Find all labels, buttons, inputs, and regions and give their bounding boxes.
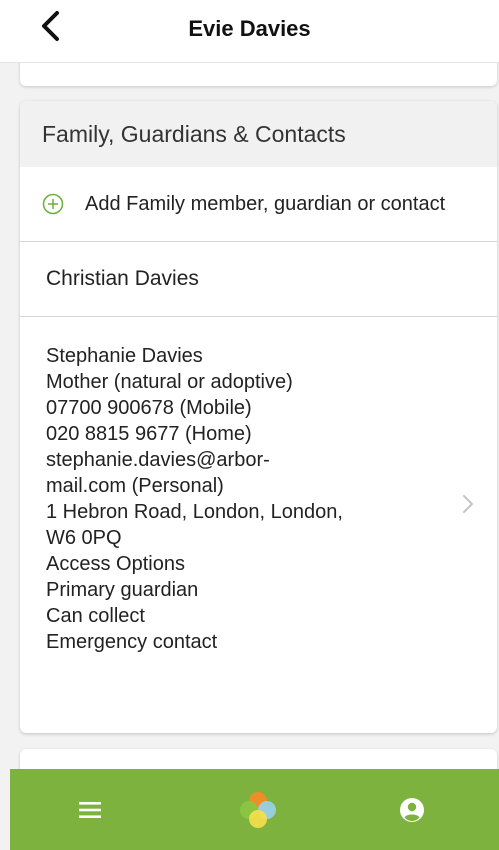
contact-address-line-2: W6 0PQ <box>46 527 122 549</box>
profile-button[interactable] <box>382 769 442 850</box>
section-title: Family, Guardians & Contacts <box>20 101 497 167</box>
contact-email-line-1: stephanie.davies@arbor- <box>46 449 270 471</box>
bottom-navigation <box>10 769 499 850</box>
contact-access-options: Access Options <box>46 553 185 575</box>
contact-item-christian-davies[interactable]: Christian Davies <box>20 242 497 317</box>
contact-emergency: Emergency contact <box>46 631 218 653</box>
plus-circle-icon <box>42 193 64 215</box>
arbor-logo-icon <box>240 791 276 828</box>
contact-home-phone: 020 8815 9677 (Home) <box>46 423 252 445</box>
hamburger-menu-icon <box>79 801 101 818</box>
menu-button[interactable] <box>60 769 120 850</box>
contact-mobile: 07700 900678 (Mobile) <box>46 397 252 419</box>
contact-name: Stephanie Davies <box>46 345 203 367</box>
contact-address-line-1: 1 Hebron Road, London, London, <box>46 501 343 523</box>
add-contact-button[interactable]: Add Family member, guardian or contact <box>20 167 497 242</box>
contact-item-stephanie-davies[interactable]: Stephanie Davies Mother (natural or adop… <box>20 317 497 655</box>
page-title: Evie Davies <box>188 16 311 41</box>
contact-name: Christian Davies <box>46 267 199 290</box>
contact-email-line-2: mail.com (Personal) <box>46 475 224 497</box>
contact-can-collect: Can collect <box>46 605 145 627</box>
add-contact-label: Add Family member, guardian or contact <box>85 192 446 215</box>
contact-relationship: Mother (natural or adoptive) <box>46 371 293 393</box>
family-contacts-card: Family, Guardians & Contacts Add Family … <box>20 101 497 733</box>
top-bar: Evie Davies <box>0 0 499 63</box>
chevron-right-icon <box>463 495 473 513</box>
user-circle-icon <box>400 797 424 822</box>
contact-primary-guardian: Primary guardian <box>46 579 199 601</box>
home-button[interactable] <box>228 769 288 850</box>
